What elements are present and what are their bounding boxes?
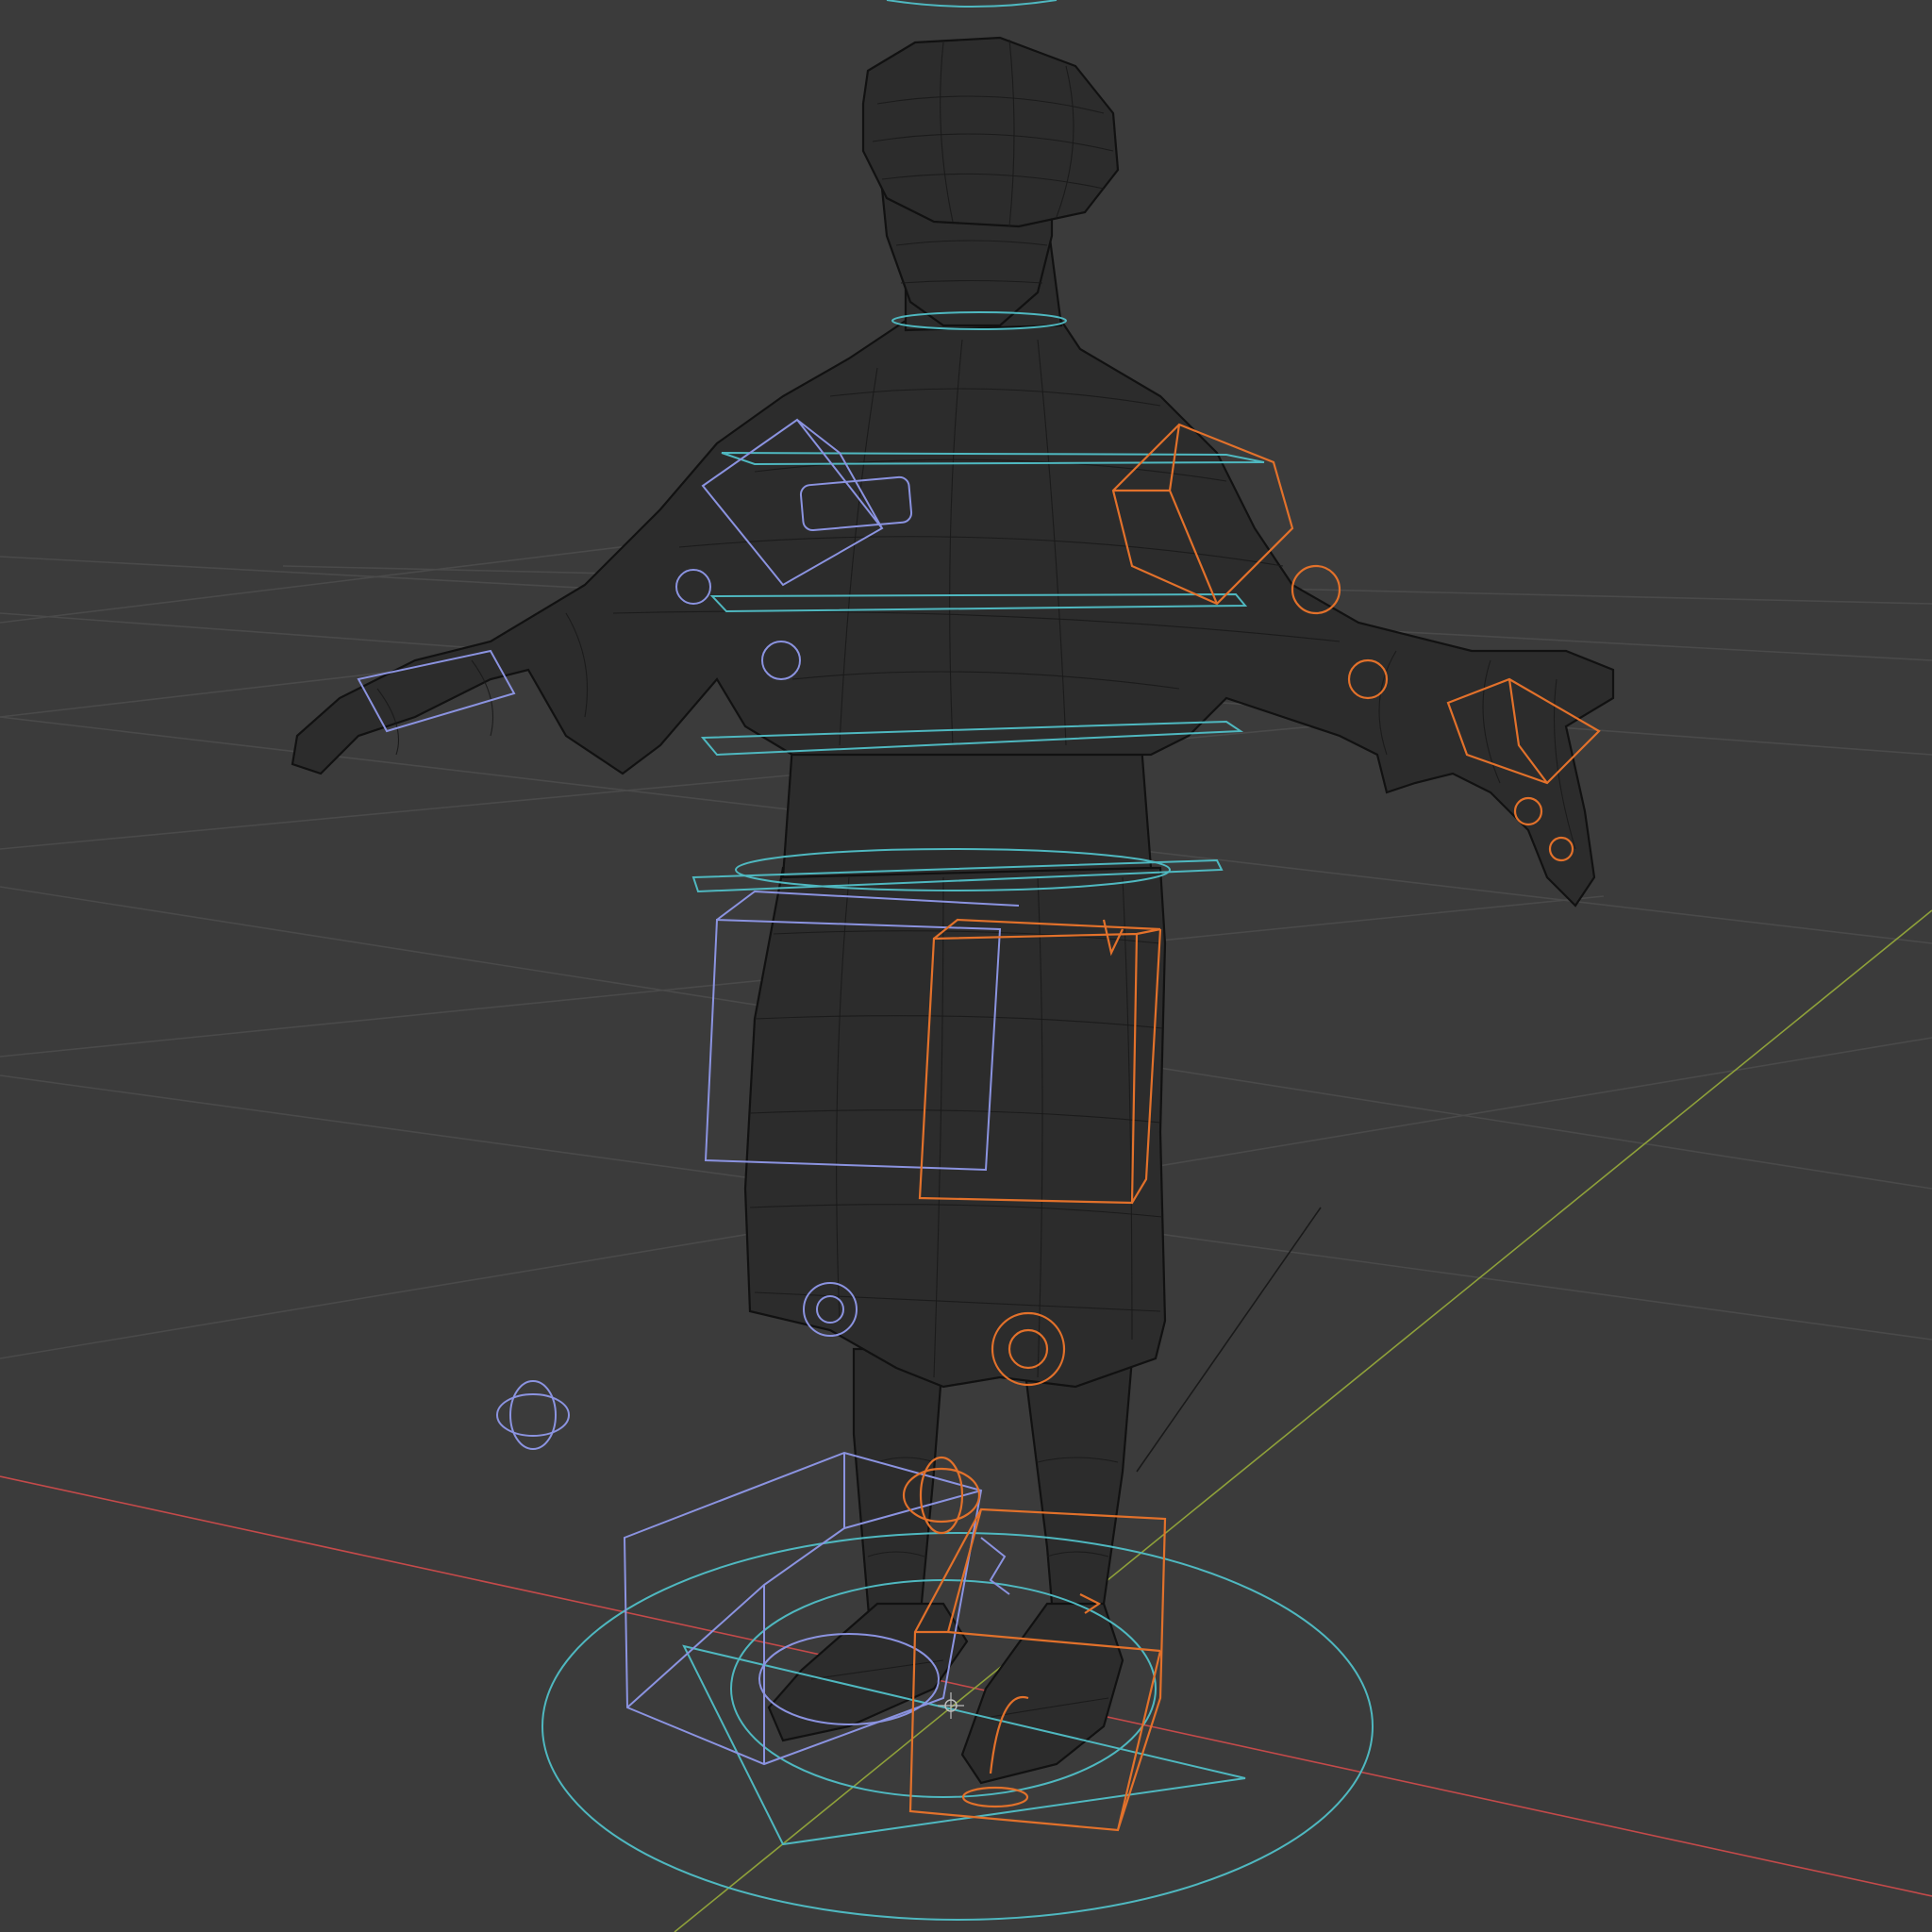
root-control-circle[interactable] (541, 1532, 1374, 1921)
right-heel-ring[interactable] (961, 1786, 1029, 1808)
viewport-scene[interactable] (0, 0, 1932, 1932)
waist-mesh (781, 743, 1153, 879)
hat-mesh (861, 36, 1120, 228)
left-pole-target-icon[interactable] (496, 1380, 570, 1450)
head-control-ring[interactable] (886, 0, 1058, 8)
right-shoe-mesh (960, 1602, 1124, 1785)
3d-viewport[interactable] (0, 0, 1932, 1932)
left-toe-icon[interactable] (980, 1537, 1010, 1595)
bone-direction-line (1136, 1207, 1322, 1473)
